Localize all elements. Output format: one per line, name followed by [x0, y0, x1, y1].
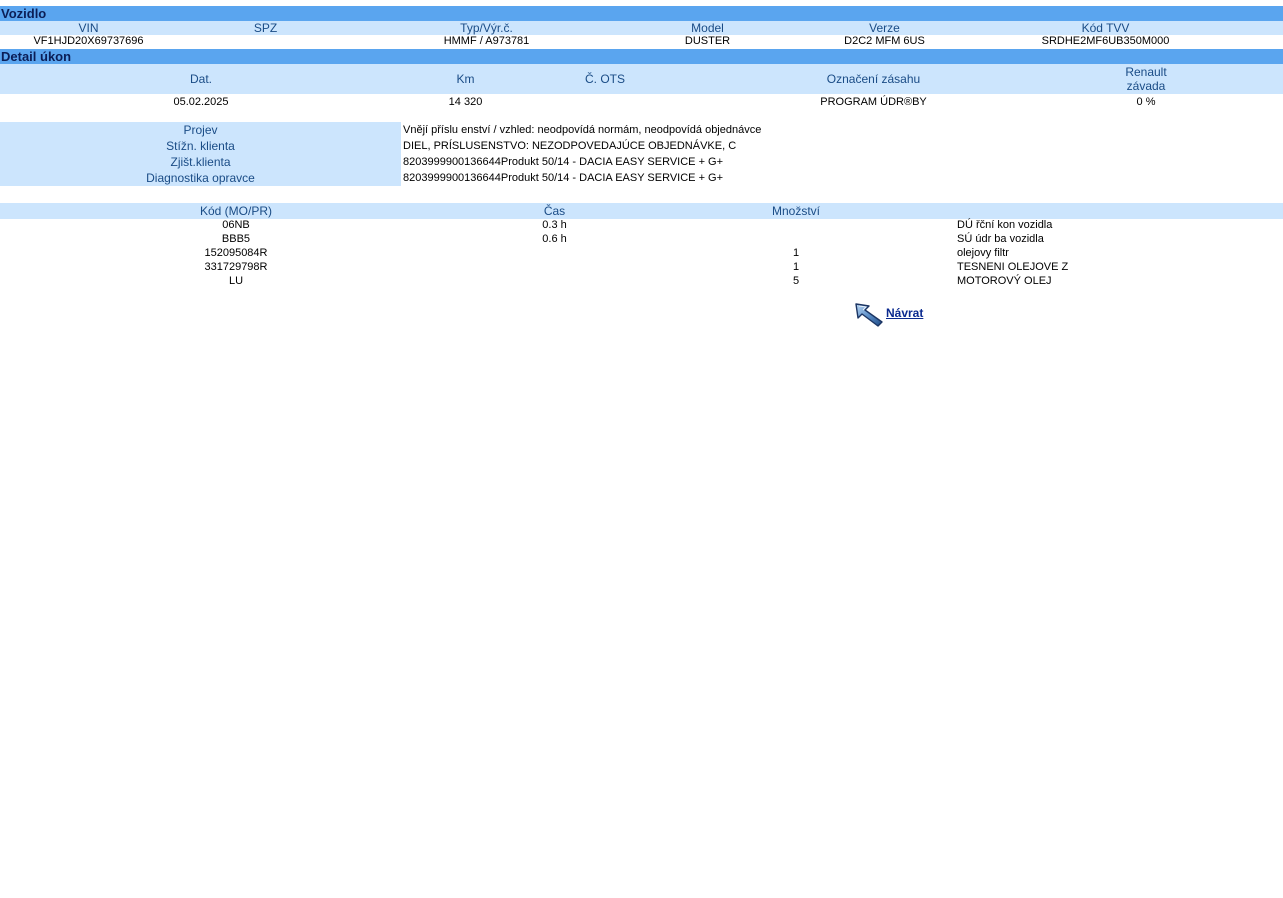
- date-value: 05.02.2025: [173, 96, 229, 108]
- kod-tvv-value: SRDHE2MF6UB350M000: [1041, 35, 1170, 47]
- vin-value: VF1HJD20X69737696: [33, 35, 144, 47]
- date-header: Dat.: [189, 72, 212, 86]
- part-description: SÚ údr ba vozidla: [957, 233, 1044, 245]
- issue-row-projev: Projev Vnějí příslu enství / vzhled: neo…: [0, 122, 1283, 138]
- model-header: Model: [691, 21, 724, 35]
- part-time: 0.6 h: [542, 233, 567, 245]
- table-row: 06NB 0.3 h DÚ řční kon vozidla: [0, 219, 1283, 233]
- part-code: 152095084R: [204, 247, 268, 259]
- table-row: 152095084R 1 olejovy filtr: [0, 247, 1283, 261]
- part-quantity: 5: [792, 275, 800, 287]
- part-quantity: 1: [792, 261, 800, 273]
- issue-value: 8203999900136644Produkt 50/14 - DACIA EA…: [403, 172, 724, 184]
- verze-header: Verze: [869, 21, 900, 35]
- return-link-group[interactable]: Návrat: [854, 301, 923, 327]
- ots-header: Č. OTS: [584, 72, 625, 86]
- issue-value: Vnějí příslu enství / vzhled: neodpovídá…: [403, 124, 762, 136]
- kod-tvv-header: Kód TVV: [1081, 21, 1130, 35]
- renault-header-line1: Renault: [1125, 65, 1167, 79]
- table-row: 331729798R 1 TESNENI OLEJOVE Z: [0, 261, 1283, 275]
- part-quantity: 1: [792, 247, 800, 259]
- back-arrow-icon[interactable]: [854, 301, 884, 327]
- spz-header: SPZ: [253, 21, 278, 35]
- oznaceni-header: Označení zásahu: [826, 72, 921, 86]
- vehicle-value-row: VF1HJD20X69737696 HMMF / A973781 DUSTER …: [0, 35, 1283, 48]
- issue-label: Stížn. klienta: [0, 138, 401, 154]
- km-header: Km: [456, 72, 475, 86]
- vehicle-header-row: VIN SPZ Typ/Výr.č. Model Verze Kód TVV: [0, 21, 1283, 35]
- vehicle-section-title: Vozidlo: [0, 6, 1283, 21]
- table-row: LU 5 MOTOROVÝ OLEJ: [0, 275, 1283, 289]
- issue-label: Projev: [0, 122, 401, 138]
- renault-header-line2: závada: [1126, 79, 1166, 93]
- model-value: DUSTER: [684, 35, 731, 47]
- issue-value: 8203999900136644Produkt 50/14 - DACIA EA…: [403, 156, 724, 168]
- cas-header: Čas: [543, 204, 566, 218]
- part-description: TESNENI OLEJOVE Z: [957, 261, 1069, 273]
- part-code: 331729798R: [204, 261, 268, 273]
- issue-label: Zjišt.klienta: [0, 154, 401, 170]
- parts-header-row: Kód (MO/PR) Čas Množství: [0, 203, 1283, 219]
- issue-label: Diagnostika opravce: [0, 170, 401, 186]
- renault-value: 0 %: [1136, 96, 1156, 108]
- issue-value: DIEL, PRÍSLUSENSTVO: NEZODPOVEDAJÚCE OBJ…: [403, 140, 737, 152]
- typ-value: HMMF / A973781: [443, 35, 530, 47]
- km-value: 14 320: [448, 96, 483, 108]
- part-time: 0.3 h: [542, 219, 567, 231]
- part-code: 06NB: [222, 219, 250, 231]
- issue-row-zjist: Zjišt.klienta 8203999900136644Produkt 50…: [0, 154, 1283, 170]
- oznaceni-value: PROGRAM ÚDR®BY: [820, 96, 927, 108]
- verze-value: D2C2 MFM 6US: [844, 35, 925, 47]
- mnozstvi-header: Množství: [771, 204, 820, 218]
- part-description: MOTOROVÝ OLEJ: [957, 275, 1052, 287]
- issue-row-diagnostika: Diagnostika opravce 8203999900136644Prod…: [0, 170, 1283, 186]
- typ-header: Typ/Výr.č.: [460, 21, 513, 35]
- part-description: DÚ řční kon vozidla: [957, 219, 1053, 231]
- detail-value-row: 05.02.2025 14 320 PROGRAM ÚDR®BY 0 %: [0, 94, 1283, 110]
- detail-header-row: Dat. Km Č. OTS Označení zásahu Renault z…: [0, 64, 1283, 94]
- page: Vozidlo VIN SPZ Typ/Výr.č. Model Verze K…: [0, 6, 1283, 289]
- part-code: BBB5: [221, 233, 251, 245]
- table-row: BBB5 0.6 h SÚ údr ba vozidla: [0, 233, 1283, 247]
- renault-header: Renault závada: [1066, 65, 1226, 93]
- issue-row-stizn: Stížn. klienta DIEL, PRÍSLUSENSTVO: NEZO…: [0, 138, 1283, 154]
- kod-header: Kód (MO/PR): [199, 204, 272, 218]
- part-code: LU: [228, 275, 244, 287]
- part-description: olejovy filtr: [957, 247, 1009, 259]
- vin-header: VIN: [78, 21, 99, 35]
- return-link[interactable]: Návrat: [886, 306, 923, 320]
- detail-section-title: Detail úkon: [0, 49, 1283, 64]
